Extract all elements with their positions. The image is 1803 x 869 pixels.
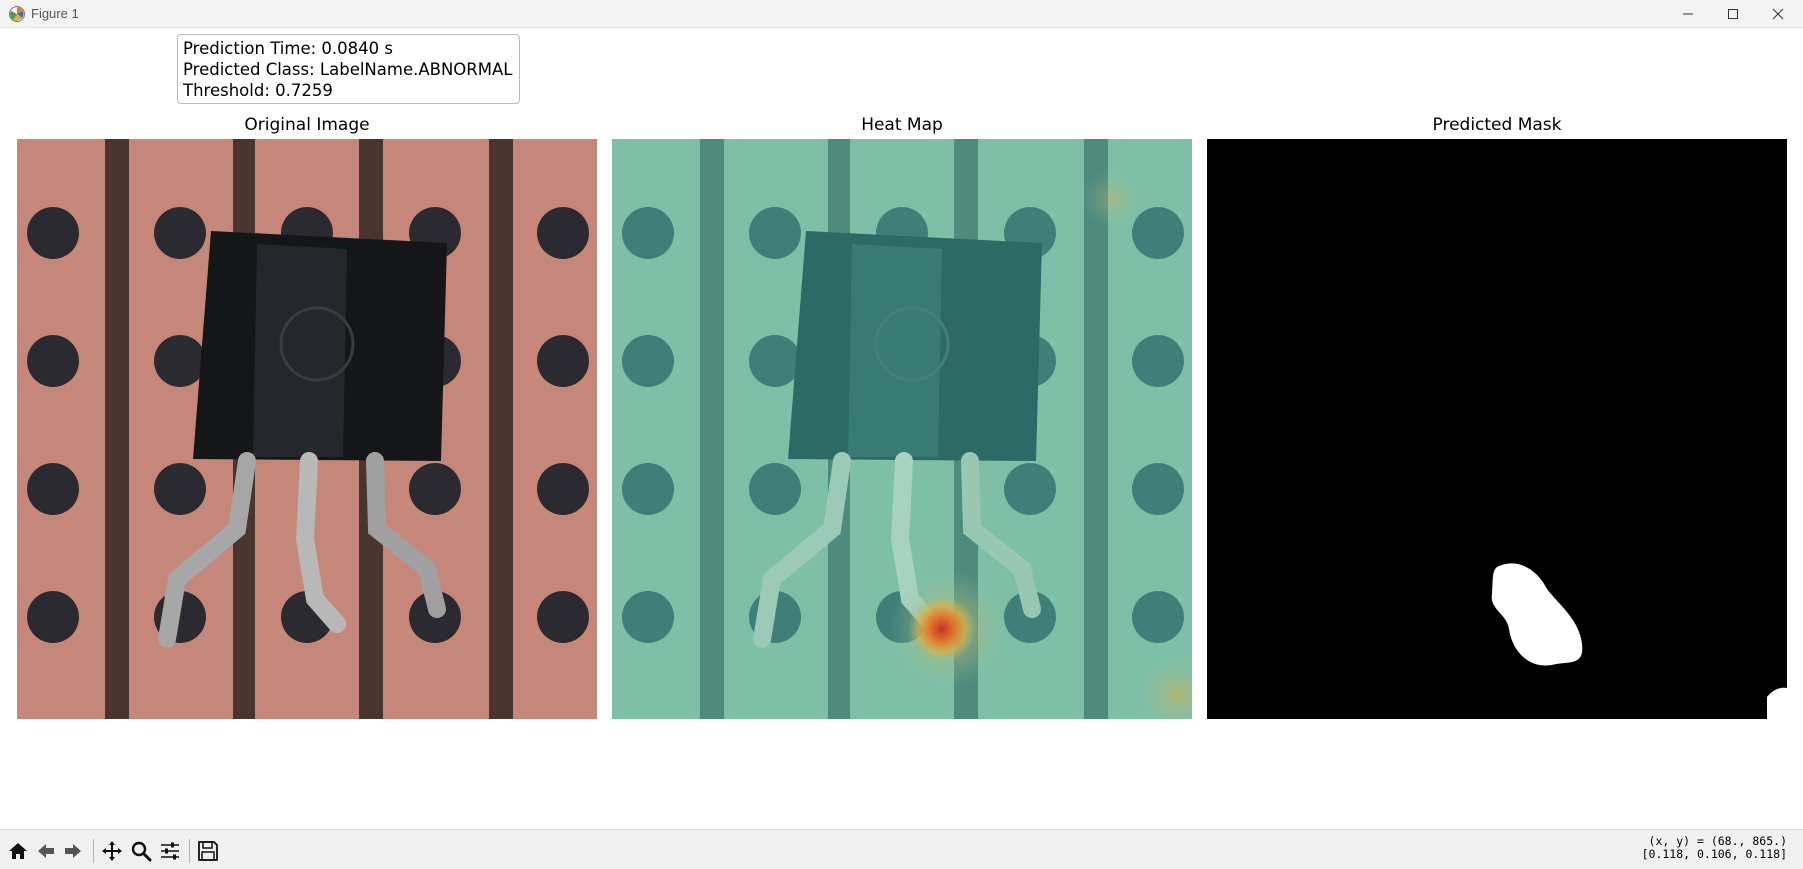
- predicted-mask-image: [1207, 139, 1787, 719]
- threshold-text: Threshold: 0.7259: [183, 81, 333, 100]
- home-button[interactable]: [5, 838, 31, 864]
- predicted-mask-panel: [1207, 139, 1787, 719]
- navigation-toolbar: (x, y) = (68., 865.) [0.118, 0.106, 0.11…: [0, 829, 1803, 869]
- coords-value: [0.118, 0.106, 0.118]: [1641, 847, 1787, 861]
- window-title: Figure 1: [31, 6, 79, 21]
- minimize-icon: [1683, 13, 1693, 15]
- back-button[interactable]: [33, 838, 59, 864]
- toolbar-separator: [93, 839, 94, 863]
- maximize-icon: [1728, 9, 1738, 19]
- predicted-class-text: Predicted Class: LabelName.ABNORMAL: [183, 60, 513, 79]
- prediction-time-text: Prediction Time: 0.0840 s: [183, 39, 393, 58]
- heat-map-panel: [612, 139, 1192, 719]
- minimize-button[interactable]: [1665, 0, 1711, 28]
- configure-subplots-button[interactable]: [157, 838, 183, 864]
- heat-map-image: [612, 139, 1192, 719]
- zoom-icon: [131, 841, 152, 862]
- original-image-panel: [17, 139, 597, 719]
- original-image: [17, 139, 597, 719]
- save-icon: [198, 841, 218, 861]
- matplotlib-icon: [8, 5, 26, 23]
- pan-button[interactable]: [99, 838, 125, 864]
- close-button[interactable]: [1755, 0, 1801, 28]
- original-image-title: Original Image: [244, 115, 370, 135]
- figure-canvas[interactable]: Prediction Time: 0.0840 s Predicted Clas…: [0, 28, 1803, 829]
- window-titlebar: Figure 1: [0, 0, 1803, 28]
- heat-map-title: Heat Map: [861, 115, 943, 135]
- forward-button[interactable]: [60, 838, 86, 864]
- cursor-coordinates: (x, y) = (68., 865.) [0.118, 0.106, 0.11…: [1642, 835, 1787, 861]
- close-icon: [1772, 8, 1784, 20]
- home-icon: [9, 843, 27, 859]
- pan-icon: [102, 841, 122, 861]
- zoom-button[interactable]: [128, 838, 154, 864]
- predicted-mask-title: Predicted Mask: [1432, 115, 1562, 135]
- prediction-info-box: Prediction Time: 0.0840 s Predicted Clas…: [177, 34, 520, 104]
- back-icon: [38, 844, 54, 858]
- save-button[interactable]: [195, 838, 221, 864]
- forward-icon: [65, 844, 81, 858]
- configure-subplots-icon: [161, 842, 179, 860]
- maximize-button[interactable]: [1710, 0, 1756, 28]
- toolbar-separator: [189, 839, 190, 863]
